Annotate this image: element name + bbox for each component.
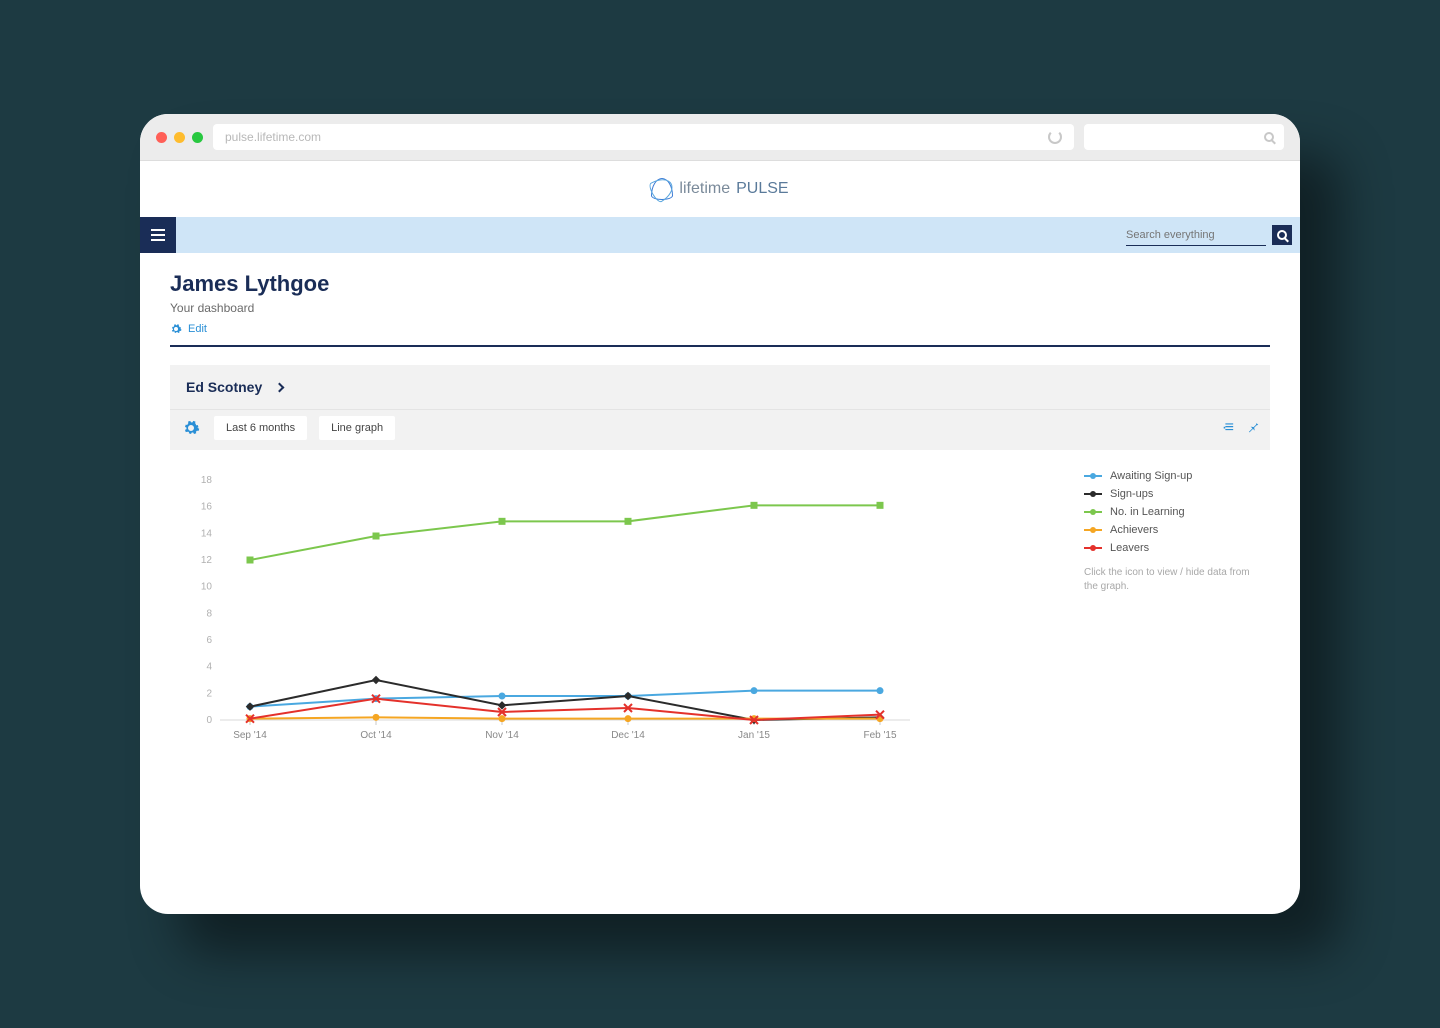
browser-chrome: pulse.lifetime.com	[140, 114, 1300, 161]
edit-dashboard-link[interactable]: Edit	[170, 323, 1270, 335]
legend-label: Leavers	[1110, 542, 1149, 554]
global-search	[1126, 225, 1292, 246]
gear-icon	[182, 419, 200, 437]
svg-text:10: 10	[201, 582, 213, 593]
panel-settings-button[interactable]	[180, 417, 202, 439]
brand-name-light: lifetime	[679, 180, 730, 198]
legend-swatch-icon	[1084, 493, 1102, 495]
dashboard-panel: Ed Scotney Last 6 months Line graph ∙≡	[170, 365, 1270, 770]
list-view-icon[interactable]: ∙≡	[1222, 419, 1232, 438]
window-controls	[156, 132, 203, 143]
legend-label: Awaiting Sign-up	[1110, 470, 1192, 482]
close-window-dot[interactable]	[156, 132, 167, 143]
legend-label: Achievers	[1110, 524, 1158, 536]
search-button[interactable]	[1272, 225, 1292, 245]
chart-legend: Awaiting Sign-up Sign-ups No. in Learning A…	[1070, 470, 1250, 750]
legend-item[interactable]: Awaiting Sign-up	[1084, 470, 1250, 482]
legend-item[interactable]: No. in Learning	[1084, 506, 1250, 518]
search-icon	[1277, 230, 1287, 240]
minimize-window-dot[interactable]	[174, 132, 185, 143]
legend-item[interactable]: Leavers	[1084, 542, 1250, 554]
url-text: pulse.lifetime.com	[225, 130, 321, 144]
refresh-icon[interactable]	[1048, 130, 1062, 144]
svg-text:Oct '14: Oct '14	[360, 730, 392, 741]
brand-header: lifetime PULSE	[140, 161, 1300, 217]
svg-text:18: 18	[201, 475, 213, 486]
chart-canvas: 0 2 4 6 8 10 12 14 16 18 Sep '14 Oct '14 Nov '14 Dec …	[180, 470, 1070, 750]
graph-type-selector[interactable]: Line graph	[319, 416, 395, 440]
svg-text:Nov '14: Nov '14	[485, 730, 519, 741]
device-frame: pulse.lifetime.com lifetime PULSE James L…	[140, 114, 1300, 914]
page-subtitle: Your dashboard	[170, 301, 1270, 315]
search-icon	[1264, 132, 1274, 142]
svg-text:12: 12	[201, 555, 213, 566]
panel-actions: ∙≡	[1222, 419, 1260, 438]
legend-swatch-icon	[1084, 529, 1102, 531]
legend-swatch-icon	[1084, 547, 1102, 549]
topbar	[140, 217, 1300, 253]
gear-icon	[170, 323, 182, 335]
page-title: James Lythgoe	[170, 271, 1270, 297]
chart-area: 0 2 4 6 8 10 12 14 16 18 Sep '14 Oct '14 Nov '14 Dec …	[170, 450, 1270, 770]
svg-text:2: 2	[206, 688, 212, 699]
svg-text:0: 0	[206, 715, 212, 726]
time-range-selector[interactable]: Last 6 months	[214, 416, 307, 440]
brand-name-bold: PULSE	[736, 180, 788, 198]
svg-text:4: 4	[206, 662, 212, 673]
svg-text:16: 16	[201, 502, 213, 513]
svg-text:8: 8	[206, 608, 212, 619]
browser-search[interactable]	[1084, 124, 1284, 150]
line-chart: 0 2 4 6 8 10 12 14 16 18 Sep '14 Oct '14 Nov '14 Dec …	[180, 470, 920, 750]
edit-label: Edit	[188, 323, 207, 335]
svg-text:14: 14	[201, 528, 213, 539]
legend-label: No. in Learning	[1110, 506, 1185, 518]
url-bar[interactable]: pulse.lifetime.com	[213, 124, 1074, 150]
legend-swatch-icon	[1084, 475, 1102, 477]
page-content: James Lythgoe Your dashboard Edit Ed Sco…	[140, 253, 1300, 770]
svg-text:Jan '15: Jan '15	[738, 730, 770, 741]
legend-item[interactable]: Sign-ups	[1084, 488, 1250, 500]
panel-controls: Last 6 months Line graph ∙≡	[170, 409, 1270, 450]
legend-hint: Click the icon to view / hide data from …	[1084, 566, 1250, 594]
legend-swatch-icon	[1084, 511, 1102, 513]
menu-button[interactable]	[140, 217, 176, 253]
panel-header[interactable]: Ed Scotney	[170, 365, 1270, 409]
chevron-right-icon	[275, 382, 285, 392]
svg-text:Sep '14: Sep '14	[233, 730, 267, 741]
legend-item[interactable]: Achievers	[1084, 524, 1250, 536]
pin-icon[interactable]	[1246, 419, 1260, 438]
maximize-window-dot[interactable]	[192, 132, 203, 143]
legend-label: Sign-ups	[1110, 488, 1153, 500]
panel-title: Ed Scotney	[186, 379, 262, 395]
brand-logo-icon	[651, 178, 673, 200]
svg-text:Feb '15: Feb '15	[863, 730, 896, 741]
svg-text:6: 6	[206, 635, 212, 646]
svg-text:Dec '14: Dec '14	[611, 730, 645, 741]
header-divider	[170, 345, 1270, 347]
search-input[interactable]	[1126, 225, 1266, 246]
